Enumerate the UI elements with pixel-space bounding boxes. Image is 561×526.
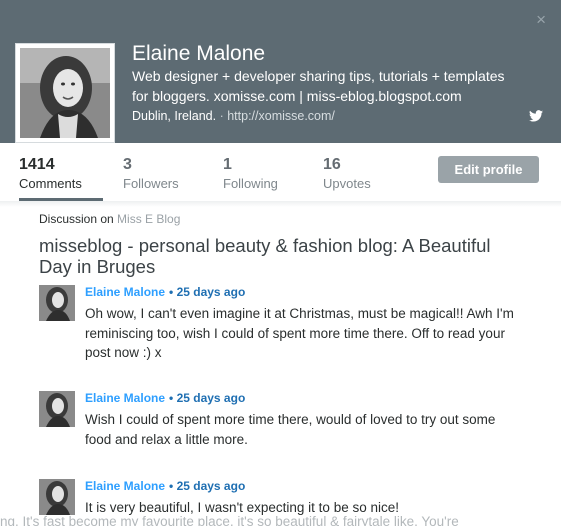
avatar-portrait bbox=[20, 48, 110, 138]
background-page-text: ng. It's fast become my favourite place,… bbox=[0, 516, 459, 526]
comment-avatar[interactable] bbox=[39, 479, 75, 515]
thread-title[interactable]: misseblog - personal beauty & fashion bl… bbox=[39, 235, 519, 277]
edit-profile-button[interactable]: Edit profile bbox=[438, 156, 539, 183]
discussion-header: Discussion on Miss E Blog bbox=[39, 212, 180, 226]
comment-author[interactable]: Elaine Malone bbox=[85, 391, 165, 405]
tab-upvotes[interactable]: 16 Upvotes bbox=[323, 155, 371, 192]
twitter-icon[interactable] bbox=[529, 110, 543, 122]
avatar-portrait bbox=[39, 285, 75, 321]
upvotes-count: 16 bbox=[323, 156, 341, 173]
profile-modal: × Elaine Malone Web designer + developer… bbox=[0, 0, 561, 526]
comment-text: It is very beautiful, I wasn't expecting… bbox=[85, 500, 399, 515]
comment-item: Elaine Malone • 25 days ago It is very be… bbox=[39, 479, 529, 519]
avatar[interactable] bbox=[15, 43, 115, 143]
comment-author[interactable]: Elaine Malone bbox=[85, 479, 165, 493]
comment-author-line: Elaine Malone • 25 days ago bbox=[85, 285, 245, 300]
comment-time[interactable]: • 25 days ago bbox=[169, 479, 245, 493]
following-label: Following bbox=[223, 176, 278, 191]
upvotes-label: Upvotes bbox=[323, 176, 371, 191]
avatar-portrait bbox=[39, 391, 75, 427]
comment-time[interactable]: • 25 days ago bbox=[169, 391, 245, 405]
avatar-image bbox=[20, 48, 110, 138]
followers-label: Followers bbox=[123, 176, 179, 191]
comments-label: Comments bbox=[19, 176, 82, 191]
forum-link[interactable]: Miss E Blog bbox=[117, 212, 180, 226]
discussion-prefix: Discussion on bbox=[39, 212, 114, 226]
avatar-portrait bbox=[39, 479, 75, 515]
profile-bio: Web designer + developer sharing tips, t… bbox=[132, 68, 505, 104]
tab-following[interactable]: 1 Following bbox=[223, 155, 278, 192]
tab-followers[interactable]: 3 Followers bbox=[123, 155, 179, 192]
comment-author[interactable]: Elaine Malone bbox=[85, 285, 165, 299]
profile-website-link[interactable]: http://xomisse.com/ bbox=[227, 109, 335, 123]
comment-author-line: Elaine Malone • 25 days ago bbox=[85, 391, 245, 406]
divider bbox=[0, 201, 561, 207]
close-icon[interactable]: × bbox=[536, 10, 546, 30]
comment-author-line: Elaine Malone • 25 days ago bbox=[85, 479, 245, 494]
comment-text: Oh wow, I can't even imagine it at Chris… bbox=[85, 306, 514, 360]
tab-comments[interactable]: 1414 Comments bbox=[19, 155, 82, 192]
profile-location: Dublin, Ireland. bbox=[132, 109, 217, 123]
separator: · bbox=[219, 109, 224, 123]
comment-text: Wish I could of spent more time there, w… bbox=[85, 412, 496, 447]
comment-avatar[interactable] bbox=[39, 285, 75, 321]
followers-count: 3 bbox=[123, 156, 132, 173]
comment-time[interactable]: • 25 days ago bbox=[169, 285, 245, 299]
following-count: 1 bbox=[223, 156, 232, 173]
comment-avatar[interactable] bbox=[39, 391, 75, 427]
comment-item: Elaine Malone • 25 days ago Oh wow, I can… bbox=[39, 285, 529, 360]
comments-count: 1414 bbox=[19, 156, 55, 173]
profile-name: Elaine Malone bbox=[132, 42, 266, 65]
profile-location-line: Dublin, Ireland. · http://xomisse.com/ bbox=[132, 108, 335, 124]
comment-item: Elaine Malone • 25 days ago Wish I could … bbox=[39, 391, 529, 451]
profile-header: × Elaine Malone Web designer + developer… bbox=[0, 0, 561, 143]
